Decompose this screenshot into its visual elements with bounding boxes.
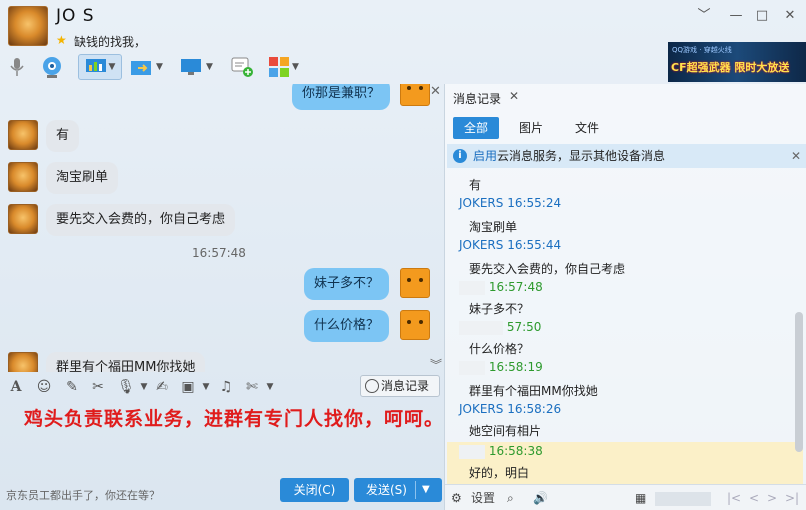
magic-wand-icon[interactable]: ✎ (62, 377, 82, 397)
history-message: 群里有个福田MM你找她 (469, 384, 598, 398)
screen-share-icon[interactable]: ▼ (78, 54, 122, 80)
close-tab-icon[interactable]: ✕ (509, 89, 519, 103)
image-icon[interactable]: ▣ (178, 377, 198, 397)
chat-timestamp: 16:57:48 (192, 246, 246, 260)
enable-cloud-link[interactable]: 启用 (473, 149, 497, 163)
history-message: 她空间有相片 (469, 424, 542, 438)
filter-all[interactable]: 全部 (453, 117, 499, 139)
ad-banner[interactable]: QQ游戏 · 穿越火线 CF超强武器 限时大放送 (668, 42, 806, 82)
minimize-button[interactable]: — (726, 6, 746, 26)
message-bubble[interactable]: 妹子多不？ (304, 268, 390, 300)
close-notice-icon[interactable]: ✕ (791, 144, 801, 168)
emoji-icon[interactable]: ☺ (34, 377, 54, 397)
my-avatar[interactable] (400, 268, 430, 298)
bottom-ad-link[interactable]: 京东员工都出手了，你还在等？ (6, 487, 160, 503)
video-call-icon[interactable] (40, 54, 64, 80)
clock-icon (365, 379, 379, 393)
chat-area[interactable]: 你那是兼职？ 有 淘宝刷单 要先交入会费的，你自己考虑 16:57:48 妹子多… (0, 84, 444, 372)
my-avatar[interactable] (400, 310, 430, 340)
screenshot-icon[interactable]: ✂ (88, 377, 108, 397)
info-icon: i (453, 149, 467, 163)
history-message: 有 (469, 178, 482, 192)
contact-avatar-small[interactable] (8, 120, 38, 150)
date-field[interactable] (655, 489, 715, 507)
contact-avatar-small[interactable] (8, 204, 38, 234)
chevron-down-icon[interactable]: ▼ (260, 377, 280, 397)
close-window-button[interactable]: ✕ (780, 6, 800, 26)
my-avatar[interactable] (400, 84, 430, 106)
history-scrollbar[interactable] (795, 312, 803, 452)
maximize-button[interactable]: □ (752, 6, 772, 26)
history-message: 淘宝刷单 (469, 220, 518, 234)
ad-banner-top: QQ游戏 · 穿越火线 (672, 46, 732, 54)
message-bubble[interactable]: 要先交入会费的，你自己考虑 (46, 204, 236, 236)
music-icon[interactable]: ♫ (216, 377, 236, 397)
send-button[interactable]: 发送(S) ▼ (354, 478, 442, 502)
next-page-icon[interactable]: > (767, 489, 777, 507)
message-bubble[interactable]: 有 (46, 120, 80, 152)
filter-images[interactable]: 图片 (507, 117, 555, 139)
history-header: JOKERS 16:58:26 (459, 402, 562, 416)
voice-call-icon[interactable] (8, 54, 26, 80)
history-panel: 消息记录 ✕ 全部 图片 文件 i 启用云消息服务，显示其他设备消息 ✕ 有 J… (444, 84, 806, 510)
history-message: 要先交入会费的，你自己考虑 (469, 262, 626, 276)
message-add-icon[interactable] (230, 54, 254, 80)
history-message: 什么价格？ (469, 342, 530, 356)
close-button[interactable]: 关闭(C) (280, 478, 349, 502)
search-icon[interactable]: ⌕ (507, 489, 514, 507)
tab-message-history[interactable]: 消息记录 (453, 90, 501, 107)
message-bubble[interactable]: 群里有个福田MM你找她 (46, 352, 206, 372)
history-bottom-bar: ⚙ 设置 ⌕ 🔊 ▦ |< < > >| (445, 484, 806, 510)
history-header: JOKERS 16:55:44 (459, 238, 562, 252)
message-bubble[interactable]: 什么价格？ (304, 310, 390, 342)
history-header-me: 57:50 (459, 320, 541, 335)
settings-label[interactable]: 设置 (471, 489, 495, 507)
message-input[interactable]: 鸡头负责联系业务，进群有专门人找你，呵呵。 (24, 404, 444, 431)
history-header-me: 16:57:48 (459, 280, 543, 295)
history-message: 妹子多不？ (469, 302, 530, 316)
chat-toolbar: ▼ ▼ ▼ ▼ (0, 50, 320, 84)
star-icon: ★ (56, 33, 67, 47)
contact-avatar[interactable] (8, 6, 48, 46)
history-header-me: 16:58:38 (459, 444, 543, 459)
send-options-chevron-icon[interactable]: ▼ (422, 478, 430, 502)
cloud-notice-bar: i 启用云消息服务，显示其他设备消息 ✕ (447, 144, 806, 168)
contact-avatar-small[interactable] (8, 352, 38, 372)
first-page-icon[interactable]: |< (727, 489, 741, 507)
history-message: 好的，明白 (469, 466, 530, 480)
apps-grid-icon[interactable]: ▼ (268, 54, 299, 80)
filter-files[interactable]: 文件 (563, 117, 611, 139)
message-bubble[interactable]: 你那是兼职？ (292, 84, 391, 110)
settings-gear-icon[interactable]: ⚙ (451, 489, 462, 507)
message-bubble[interactable]: 淘宝刷单 (46, 162, 119, 194)
font-icon[interactable]: A (6, 377, 26, 397)
prev-page-icon[interactable]: < (749, 489, 759, 507)
contact-name[interactable]: JO S (56, 6, 95, 26)
contact-avatar-small[interactable] (8, 162, 38, 192)
speaker-icon[interactable]: 🔊 (533, 489, 548, 507)
message-history-button[interactable]: 消息记录 (360, 375, 440, 397)
calendar-icon[interactable]: ▦ (635, 489, 646, 507)
voice-message-icon[interactable]: 🎙 (116, 377, 136, 397)
close-icon[interactable]: ✕ (430, 84, 441, 99)
chevron-down-icon[interactable]: ▼ (196, 377, 216, 397)
contact-signature: 缺钱的找我， (74, 35, 147, 49)
collapse-chevron-icon[interactable]: ︾ (430, 356, 442, 373)
last-page-icon[interactable]: >| (785, 489, 799, 507)
file-transfer-icon[interactable]: ▼ (130, 54, 163, 80)
edit-icon[interactable]: ✍ (152, 377, 172, 397)
scissors-icon[interactable]: ✄ (242, 377, 262, 397)
notice-text: 云消息服务，显示其他设备消息 (497, 149, 666, 163)
history-header: JOKERS 16:55:24 (459, 196, 562, 210)
chevron-down-icon[interactable]: ▼ (134, 377, 154, 397)
remote-desktop-icon[interactable]: ▼ (180, 54, 213, 80)
collapse-icon[interactable]: ﹀ (694, 6, 714, 26)
send-label: 发送(S) (366, 483, 407, 497)
ad-banner-text: CF超强武器 限时大放送 (671, 61, 790, 74)
history-header-me: 16:58:19 (459, 360, 543, 375)
message-history-label: 消息记录 (381, 379, 430, 393)
